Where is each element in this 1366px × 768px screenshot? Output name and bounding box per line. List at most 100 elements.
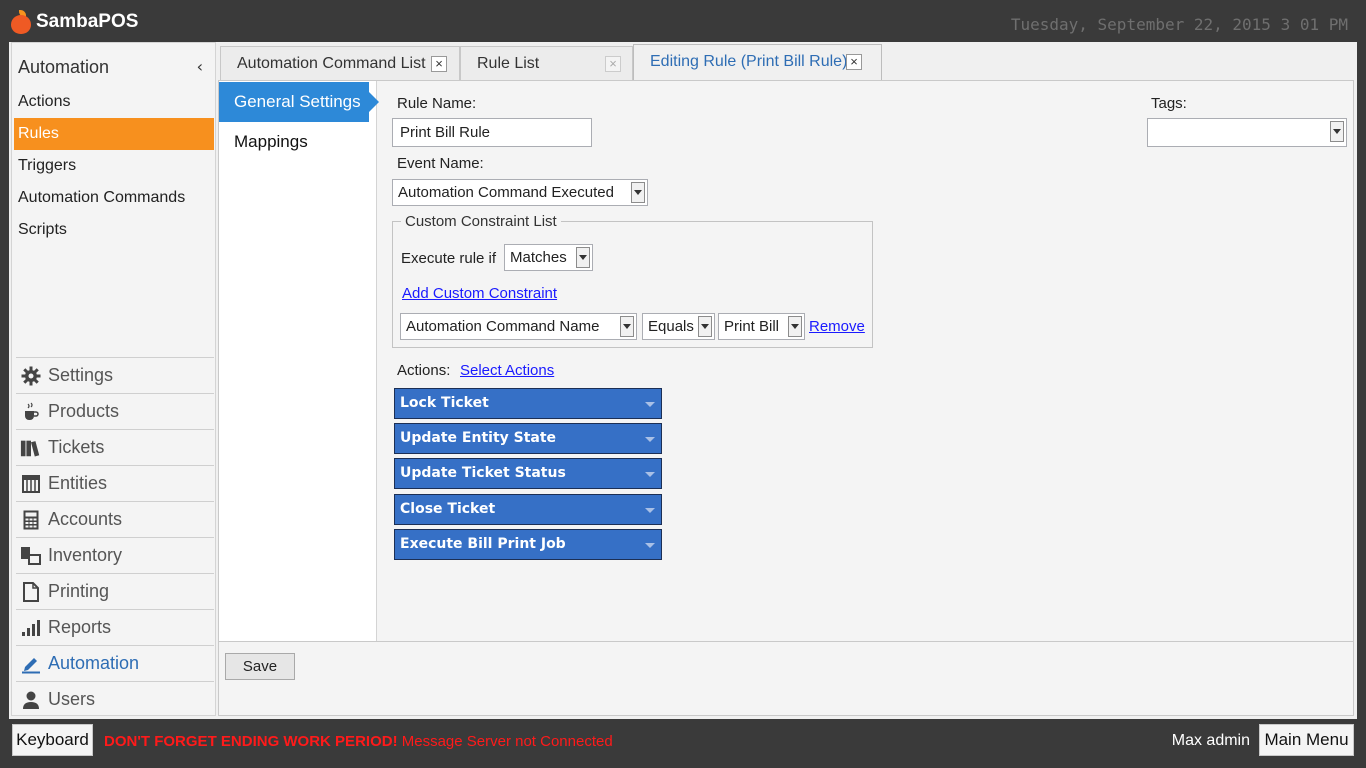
nav-item-automation-commands[interactable]: Automation Commands — [12, 182, 215, 214]
app-logo: SambaPOS — [10, 10, 138, 34]
nav-header-title: Automation — [18, 57, 110, 77]
execute-rule-value: Matches — [510, 249, 567, 266]
action-update-ticket-status[interactable]: Update Ticket Status — [394, 458, 662, 489]
panel-footer-divider — [219, 641, 1353, 642]
nav-item-triggers[interactable]: Triggers — [12, 150, 215, 182]
work-period-warning: DON'T FORGET ENDING WORK PERIOD! Message… — [104, 733, 613, 750]
editor-subnav: General Settings Mappings — [219, 81, 379, 642]
action-label: Execute Bill Print Job — [400, 536, 566, 552]
module-settings[interactable]: Settings — [16, 357, 214, 393]
caret-down-icon[interactable] — [645, 508, 655, 513]
module-list: Settings Products Tickets Entities Accou… — [16, 357, 214, 717]
execute-rule-if-label: Execute rule if — [401, 250, 497, 267]
event-name-label: Event Name: — [397, 155, 484, 172]
bar-chart-icon — [20, 617, 42, 639]
dropdown-arrow-icon — [631, 182, 645, 203]
module-label: Products — [48, 401, 120, 421]
current-user: Max admin — [1171, 732, 1250, 749]
module-label: Automation — [48, 653, 140, 673]
action-execute-bill-print-job[interactable]: Execute Bill Print Job — [394, 529, 662, 560]
calculator-icon — [20, 509, 42, 531]
constraint-field-value: Automation Command Name — [406, 318, 600, 335]
tab-automation-command-list[interactable]: Automation Command List × — [220, 46, 460, 81]
module-reports[interactable]: Reports — [16, 609, 214, 645]
select-actions-link[interactable]: Select Actions — [460, 362, 554, 379]
constraint-value: Print Bill — [724, 318, 780, 335]
module-products[interactable]: Products — [16, 393, 214, 429]
action-close-ticket[interactable]: Close Ticket — [394, 494, 662, 525]
caret-down-icon[interactable] — [645, 543, 655, 548]
warning-bold-text: DON'T FORGET ENDING WORK PERIOD! — [104, 733, 398, 750]
nav-header: Automation ‹ — [12, 53, 215, 81]
module-entities[interactable]: Entities — [16, 465, 214, 501]
module-label: Users — [48, 689, 96, 709]
nav-item-rules[interactable]: Rules — [14, 118, 214, 150]
caret-down-icon[interactable] — [645, 437, 655, 442]
module-label: Entities — [48, 473, 108, 493]
books-icon — [20, 437, 42, 459]
app-title: SambaPOS — [36, 11, 139, 32]
coffee-icon — [20, 401, 42, 423]
date-time: Tuesday, September 22, 2015 3 01 PM — [1010, 15, 1348, 34]
rule-editor-panel: General Settings Mappings Rule Name: Pri… — [218, 80, 1354, 716]
action-lock-ticket[interactable]: Lock Ticket — [394, 388, 662, 419]
module-label: Printing — [48, 581, 110, 601]
module-printing[interactable]: Printing — [16, 573, 214, 609]
keyboard-button[interactable]: Keyboard — [12, 724, 93, 756]
apple-logo-icon — [10, 10, 32, 34]
event-name-select[interactable]: Automation Command Executed — [392, 179, 648, 206]
custom-constraint-list: Custom Constraint List Execute rule if M… — [392, 213, 873, 348]
close-icon[interactable]: × — [605, 56, 621, 72]
close-icon[interactable]: × — [846, 54, 862, 70]
dropdown-arrow-icon — [698, 316, 712, 337]
nav-item-actions[interactable]: Actions — [12, 86, 215, 118]
nav-item-scripts[interactable]: Scripts — [12, 214, 215, 246]
user-icon — [20, 689, 42, 711]
action-update-entity-state[interactable]: Update Entity State — [394, 423, 662, 454]
nav-list: Actions Rules Triggers Automation Comman… — [12, 86, 215, 246]
event-name-value: Automation Command Executed — [398, 184, 614, 201]
inventory-icon — [20, 545, 42, 567]
module-accounts[interactable]: Accounts — [16, 501, 214, 537]
save-button[interactable]: Save — [225, 653, 295, 680]
close-icon[interactable]: × — [431, 56, 447, 72]
gear-icon — [20, 365, 42, 387]
constraint-operator-select[interactable]: Equals — [642, 313, 715, 340]
action-label: Update Entity State — [400, 430, 557, 446]
module-label: Settings — [48, 365, 114, 385]
module-label: Tickets — [48, 437, 105, 457]
custom-constraint-legend: Custom Constraint List — [401, 213, 561, 230]
actions-label: Actions: — [397, 362, 451, 379]
tab-rule-list[interactable]: Rule List × — [460, 46, 633, 81]
action-label: Close Ticket — [400, 501, 496, 517]
rule-name-input[interactable]: Print Bill Rule — [392, 118, 592, 147]
grid-icon — [20, 473, 42, 495]
document-icon — [20, 581, 42, 603]
chevron-left-icon[interactable]: ‹ — [197, 57, 203, 76]
subnav-general-settings[interactable]: General Settings — [219, 82, 379, 122]
dropdown-arrow-icon — [1330, 121, 1344, 142]
caret-down-icon[interactable] — [645, 402, 655, 407]
constraint-operator-value: Equals — [648, 318, 694, 335]
module-label: Inventory — [48, 545, 123, 565]
tags-label: Tags: — [1151, 95, 1187, 112]
action-label: Update Ticket Status — [400, 465, 566, 481]
tab-editing-rule[interactable]: Editing Rule (Print Bill Rule) × — [633, 44, 882, 82]
main-frame: Automation ‹ Actions Rules Triggers Auto… — [9, 42, 1357, 719]
add-custom-constraint-link[interactable]: Add Custom Constraint — [402, 285, 557, 302]
message-server-status: Message Server not Connected — [397, 733, 613, 750]
execute-rule-select[interactable]: Matches — [504, 244, 593, 271]
constraint-field-select[interactable]: Automation Command Name — [400, 313, 637, 340]
module-inventory[interactable]: Inventory — [16, 537, 214, 573]
caret-down-icon[interactable] — [645, 472, 655, 477]
tab-label: Editing Rule (Print Bill Rule) — [650, 53, 848, 70]
tags-select[interactable] — [1147, 118, 1347, 147]
remove-constraint-link[interactable]: Remove — [809, 318, 865, 335]
left-navigation: Automation ‹ Actions Rules Triggers Auto… — [11, 42, 216, 716]
subnav-mappings[interactable]: Mappings — [219, 122, 377, 162]
main-menu-button[interactable]: Main Menu — [1259, 724, 1354, 756]
constraint-value-select[interactable]: Print Bill — [718, 313, 805, 340]
module-automation[interactable]: Automation — [16, 645, 214, 681]
module-users[interactable]: Users — [16, 681, 214, 717]
module-tickets[interactable]: Tickets — [16, 429, 214, 465]
